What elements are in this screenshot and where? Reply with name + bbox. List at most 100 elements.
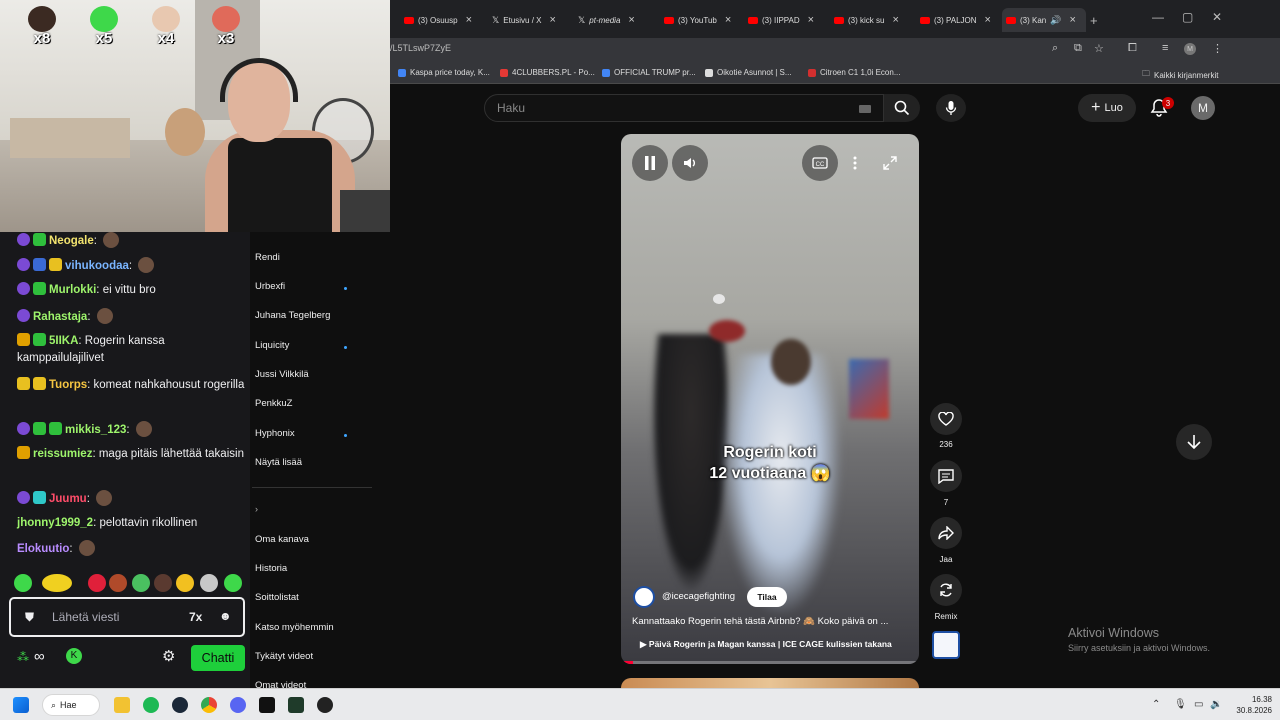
mic-tray-icon[interactable]: 🎙 [1174, 699, 1187, 710]
chat-badge-icon[interactable] [17, 258, 30, 271]
chat-badge-icon[interactable] [17, 309, 30, 322]
chat-badge-icon[interactable] [17, 282, 30, 295]
tab-search-icon[interactable]: ≡ [1162, 42, 1168, 54]
create-button[interactable]: + Luo [1078, 94, 1136, 122]
x-app-icon[interactable] [259, 697, 275, 713]
next-video-button[interactable] [1176, 424, 1212, 460]
chat-badge-icon[interactable] [33, 282, 46, 295]
chat-username[interactable]: Tuorps [49, 379, 87, 391]
chat-badge-icon[interactable] [33, 258, 46, 271]
fullscreen-button[interactable] [872, 145, 908, 181]
bookmark-item[interactable]: Oikotie Asunnot | S... [705, 68, 792, 77]
short-video-player[interactable]: CC Rogerin koti 12 vuotiaana 😱 @icecagef… [621, 134, 919, 664]
emote-icon[interactable] [200, 574, 218, 592]
steam-icon[interactable] [172, 697, 188, 713]
emote-icon[interactable] [132, 574, 150, 592]
bookmark-item[interactable]: OFFICIAL TRUMP pr... [602, 68, 696, 77]
tab-iippad[interactable]: (3) IIPPAD × [748, 8, 824, 32]
windows-start-icon[interactable] [13, 697, 29, 713]
network-icon[interactable]: ▭ [1194, 699, 1203, 710]
tab-paljon[interactable]: (3) PALJON × [920, 8, 996, 32]
close-tab-icon[interactable]: × [1069, 14, 1075, 26]
emote-icon[interactable] [109, 574, 127, 592]
close-tab-icon[interactable]: × [985, 14, 991, 26]
remix-button[interactable] [930, 574, 962, 606]
chat-username[interactable]: Juumu [49, 493, 87, 505]
chat-badge-icon[interactable] [17, 333, 30, 346]
volume-button[interactable] [672, 145, 708, 181]
tab-youtube[interactable]: (3) YouTub × [664, 8, 734, 32]
chevron-right-icon[interactable]: › [255, 504, 258, 514]
chat-badge-icon[interactable] [33, 491, 46, 504]
chat-badge-icon[interactable] [33, 233, 46, 246]
close-tab-icon[interactable]: × [725, 14, 731, 26]
captions-button[interactable]: CC [802, 145, 838, 181]
sidebar-item-your-channel[interactable]: Oma kanava [255, 534, 309, 545]
chat-badge-icon[interactable] [17, 422, 30, 435]
taskbar-search[interactable]: ⌕ Hae [42, 694, 100, 716]
search-input[interactable]: Haku [497, 101, 525, 115]
voice-search-button[interactable] [936, 94, 966, 122]
chat-username[interactable]: Rahastaja [33, 311, 87, 323]
chat-badge-icon[interactable] [33, 377, 46, 390]
maximize-icon[interactable]: ▢ [1182, 10, 1193, 24]
close-tab-icon[interactable]: × [550, 14, 556, 26]
bookmark-item[interactable]: 4CLUBBERS.PL - Po... [500, 68, 595, 77]
infinity-icon[interactable]: ∞ [34, 648, 45, 665]
menu-icon[interactable]: ⋮ [1212, 42, 1223, 55]
chat-badge-icon[interactable] [33, 422, 46, 435]
chat-username[interactable]: jhonny1999_2 [17, 517, 93, 529]
chevron-up-icon[interactable]: ⌃ [1152, 699, 1160, 710]
chat-username[interactable]: Neogale [49, 235, 94, 247]
chat-badge-icon[interactable] [17, 491, 30, 504]
sidebar-channel[interactable]: Urbexfi [255, 281, 285, 292]
close-window-icon[interactable]: ✕ [1212, 10, 1222, 24]
sidebar-channel[interactable]: PenkkuZ [255, 398, 293, 409]
url-field[interactable]: /L5TLswP7ZyE [390, 43, 451, 53]
channel-avatar[interactable] [633, 586, 655, 608]
chat-username[interactable]: 5IIKA [49, 335, 78, 347]
video-title[interactable]: Kannattaako Rogerin tehä tästä Airbnb? 🙈… [632, 616, 888, 627]
tab-osuus[interactable]: (3) Osuusp × [404, 8, 482, 32]
emote-icon[interactable] [154, 574, 172, 592]
comments-button[interactable] [930, 460, 962, 492]
profile-icon[interactable]: M [1184, 43, 1196, 55]
discord-icon[interactable] [230, 697, 246, 713]
chat-send-button[interactable]: Chatti [191, 645, 245, 671]
account-avatar[interactable]: M [1191, 96, 1215, 120]
close-tab-icon[interactable]: × [466, 14, 472, 26]
chat-username[interactable]: vihukoodaa [65, 260, 129, 272]
minimize-icon[interactable]: — [1152, 10, 1164, 24]
volume-tray-icon[interactable]: 🔉 [1210, 699, 1222, 710]
sidebar-channel[interactable]: Liquicity [255, 340, 289, 351]
pause-button[interactable] [632, 145, 668, 181]
chat-badge-icon[interactable] [49, 258, 62, 271]
progress-bar[interactable] [621, 661, 919, 664]
channel-points-icon[interactable]: ⁂ [17, 650, 29, 664]
chat-badge-icon[interactable] [17, 446, 30, 459]
sound-thumbnail[interactable] [932, 631, 960, 659]
search-button[interactable] [884, 94, 920, 122]
channel-name[interactable]: @icecagefighting [662, 591, 735, 602]
close-tab-icon[interactable]: × [892, 14, 898, 26]
sidebar-channel[interactable]: Rendi [255, 252, 280, 263]
app-icon[interactable] [288, 697, 304, 713]
close-tab-icon[interactable]: × [808, 14, 814, 26]
search-box[interactable]: Haku [484, 94, 884, 122]
bookmark-item[interactable]: Kaspa price today, K... [398, 68, 490, 77]
emote-icon[interactable] [42, 574, 72, 592]
gear-icon[interactable]: ⚙ [162, 647, 175, 665]
chat-badge-icon[interactable] [49, 422, 62, 435]
chat-username[interactable]: reissumiez [33, 448, 92, 460]
file-explorer-icon[interactable] [114, 697, 130, 713]
emote-icon[interactable] [224, 574, 242, 592]
translate-icon[interactable]: 7x [189, 610, 202, 624]
spotify-icon[interactable] [143, 697, 159, 713]
sidebar-item-watch-later[interactable]: Katso myöhemmin [255, 622, 334, 633]
chat-input[interactable]: Lähetä viesti [52, 610, 119, 624]
sidebar-item-history[interactable]: Historia [255, 563, 287, 574]
tab-kick[interactable]: (3) kick su × [834, 8, 910, 32]
tab-pt-media[interactable]: 𝕏pt-media × [578, 8, 652, 32]
subscribe-button[interactable]: Tilaa [747, 587, 787, 607]
cast-icon[interactable]: ⧉ [1074, 42, 1082, 55]
